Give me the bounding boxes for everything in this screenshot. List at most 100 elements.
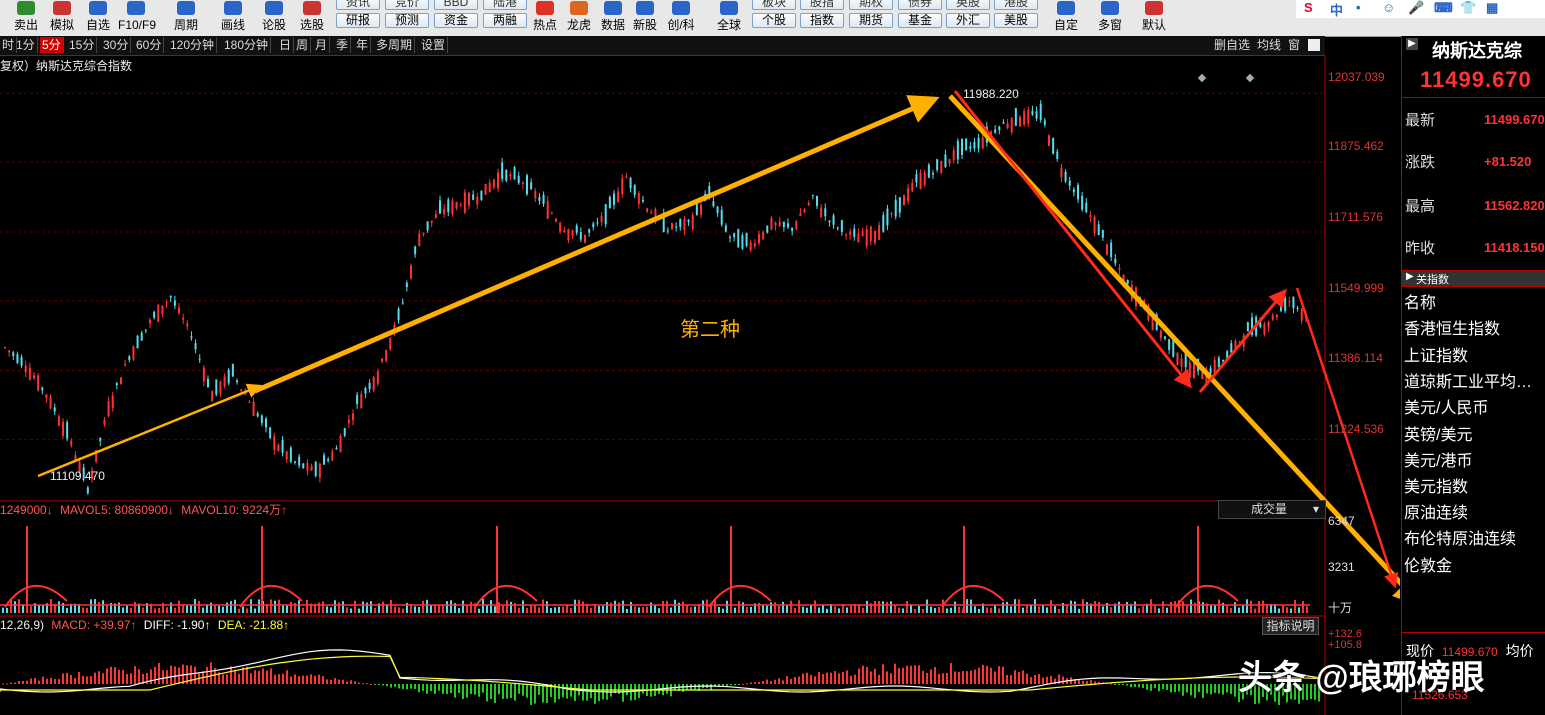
- magnifier-button[interactable]: 选股: [294, 1, 330, 35]
- toolbar-right-item[interactable]: 删自选: [1214, 37, 1250, 53]
- market-pill-top[interactable]: 港股: [994, 0, 1038, 10]
- market-pill-top[interactable]: 英股: [946, 0, 990, 10]
- dragon-button[interactable]: 龙虎: [562, 1, 596, 35]
- ime-icon[interactable]: ▦: [1486, 0, 1498, 16]
- macd-bar: [1082, 680, 1084, 684]
- macd-bar: [1126, 684, 1128, 686]
- related-item[interactable]: 布伦特原油连续: [1404, 525, 1516, 549]
- period-tab[interactable]: 5分: [40, 37, 64, 53]
- period-tab[interactable]: 30分: [101, 37, 132, 53]
- star-market-button[interactable]: 创/科: [664, 1, 698, 35]
- period-tab[interactable]: 周: [294, 37, 312, 53]
- sidebar-toggle-icon[interactable]: ▶: [1406, 38, 1418, 50]
- section-toggle-icon[interactable]: ▶: [1406, 271, 1414, 282]
- candle-body: [182, 317, 185, 320]
- related-item[interactable]: 美元指数: [1404, 473, 1468, 497]
- period-tab[interactable]: 180分钟: [222, 37, 272, 53]
- period-tab[interactable]: 设置: [419, 37, 449, 53]
- market-pill-bottom[interactable]: 指数: [800, 13, 844, 28]
- market-pill-top[interactable]: 债券: [898, 0, 942, 10]
- market-pill-top[interactable]: 板块: [752, 0, 796, 10]
- market-pill-top[interactable]: 期权: [849, 0, 893, 10]
- clock-button[interactable]: 周期: [168, 1, 204, 35]
- toolbar-right-item[interactable]: 均线: [1257, 37, 1281, 53]
- ime-icon[interactable]: S: [1304, 0, 1313, 15]
- macd-bar: [930, 669, 932, 684]
- hot-button[interactable]: 热点: [528, 1, 562, 35]
- market-pill-bottom[interactable]: 外汇: [946, 13, 990, 28]
- candle-body: [1164, 336, 1166, 339]
- chart-area[interactable]: [0, 56, 1400, 715]
- pill-top[interactable]: 竞价: [385, 0, 429, 10]
- related-item[interactable]: 原油连续: [1404, 499, 1468, 523]
- volume-bar: [278, 599, 280, 613]
- volume-bar: [50, 599, 52, 613]
- related-item[interactable]: 上证指数: [1404, 342, 1468, 366]
- new-stock-button[interactable]: 新股: [628, 1, 662, 35]
- pill-bottom[interactable]: 预测: [385, 13, 429, 28]
- pill-bottom[interactable]: 研报: [336, 13, 380, 28]
- candle-body: [178, 307, 180, 313]
- volume-bar: [1290, 608, 1292, 613]
- period-tab[interactable]: 日: [277, 37, 295, 53]
- pill-top[interactable]: 陆港: [483, 0, 527, 10]
- f10-button[interactable]: F10/F9: [118, 1, 156, 35]
- ime-icon[interactable]: ⌨: [1434, 0, 1453, 16]
- pill-bottom[interactable]: 两融: [483, 13, 527, 28]
- related-item[interactable]: 伦敦金: [1404, 552, 1452, 576]
- period-tab[interactable]: 季: [334, 37, 352, 53]
- market-pill-bottom[interactable]: 基金: [898, 13, 942, 28]
- related-item[interactable]: 道琼斯工业平均…: [1404, 368, 1532, 392]
- market-pill-top[interactable]: 股指: [800, 0, 844, 10]
- discuss-button[interactable]: 论股: [256, 1, 292, 35]
- volume-bar: [426, 599, 428, 613]
- macd-bar: [838, 673, 840, 684]
- star-button[interactable]: 自选: [80, 1, 116, 35]
- pill-top[interactable]: BBD: [434, 0, 478, 10]
- button-label: 默认: [1141, 18, 1166, 32]
- pe-button[interactable]: 数据: [596, 1, 630, 35]
- market-pill-bottom[interactable]: 美股: [994, 13, 1038, 28]
- related-item[interactable]: 美元/港币: [1404, 447, 1472, 471]
- multi-window-button[interactable]: 多窗: [1092, 1, 1128, 35]
- period-tab[interactable]: 120分钟: [168, 37, 218, 53]
- pencil-button[interactable]: 画线: [215, 1, 251, 35]
- volume-bar: [686, 605, 688, 613]
- pill-top[interactable]: 资讯: [336, 0, 380, 10]
- volume-bar: [58, 601, 60, 613]
- period-tab[interactable]: 15分: [67, 37, 98, 53]
- ime-icon[interactable]: ☺: [1382, 0, 1395, 15]
- ime-icon[interactable]: 中: [1330, 0, 1343, 19]
- candle-body: [1217, 357, 1220, 367]
- related-item[interactable]: 美元/人民币: [1404, 394, 1488, 418]
- period-tab[interactable]: 年: [354, 37, 372, 53]
- globe-button[interactable]: 全球: [712, 1, 746, 35]
- period-tab[interactable]: 60分: [134, 37, 165, 53]
- high-price-label: 11988.220: [963, 87, 1019, 101]
- ime-icon[interactable]: •: [1356, 0, 1361, 15]
- sidebar-toggle-icon[interactable]: [1308, 39, 1320, 51]
- related-item[interactable]: 香港恒生指数: [1404, 315, 1500, 339]
- default-layout-button[interactable]: 默认: [1136, 1, 1172, 35]
- ime-icon[interactable]: 👕: [1460, 0, 1476, 16]
- volume-bar: [658, 608, 660, 613]
- volume-bar: [618, 602, 620, 613]
- indicator-help-button[interactable]: 指标说明: [1262, 617, 1319, 635]
- candle-body: [853, 228, 856, 237]
- sell-button[interactable]: 卖出: [8, 1, 44, 35]
- pill-bottom[interactable]: 资金: [434, 13, 478, 28]
- market-pill-bottom[interactable]: 期货: [849, 13, 893, 28]
- simulate-button[interactable]: 模拟: [44, 1, 80, 35]
- candle-body: [231, 363, 234, 377]
- period-tab[interactable]: 月: [313, 37, 331, 53]
- related-item[interactable]: 英镑/美元: [1404, 421, 1472, 445]
- toolbar-right-item[interactable]: 窗: [1288, 37, 1300, 53]
- ime-icon[interactable]: 🎤: [1408, 0, 1424, 16]
- market-pill-bottom[interactable]: 个股: [752, 13, 796, 28]
- volume-bar: [190, 605, 192, 613]
- period-tab[interactable]: 多周期: [374, 37, 416, 53]
- volume-dropdown[interactable]: 成交量 ▾: [1218, 500, 1326, 519]
- custom-button[interactable]: 自定: [1048, 1, 1084, 35]
- period-tab[interactable]: 1分: [14, 37, 38, 53]
- volume-bar: [834, 606, 836, 613]
